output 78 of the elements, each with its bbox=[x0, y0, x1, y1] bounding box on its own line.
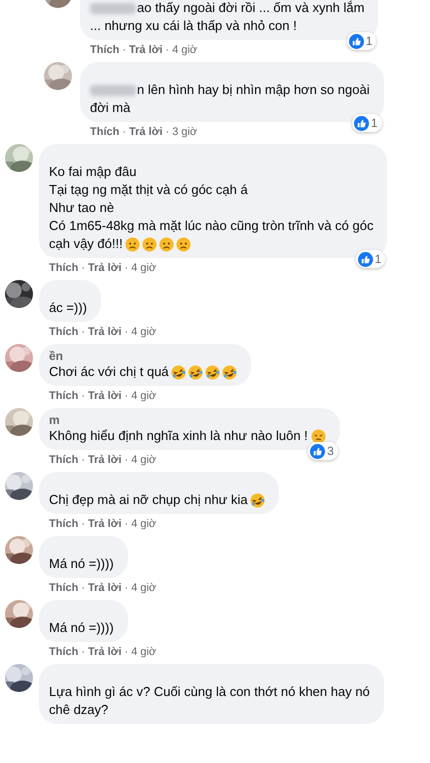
author-name: ền bbox=[49, 350, 64, 363]
timestamp[interactable]: 3 giờ bbox=[172, 125, 198, 140]
frowning-face-icon bbox=[124, 236, 140, 252]
comment-text: cạh vậy đó!!! bbox=[49, 235, 123, 253]
comment-text: Má nó =)))) bbox=[49, 619, 114, 637]
timestamp[interactable]: 4 giờ bbox=[172, 43, 198, 58]
action-link[interactable]: Thích bbox=[49, 453, 78, 468]
timestamp[interactable]: 4 giờ bbox=[131, 389, 156, 404]
action-link[interactable]: Trả lời bbox=[88, 581, 122, 596]
separator-dot: · bbox=[124, 389, 128, 404]
comment-text: Có 1m65-48kg mà mặt lúc nào cũng tròn trĩnh và có góc bbox=[49, 217, 374, 235]
action-link[interactable]: Trả lời bbox=[88, 261, 122, 276]
separator-dot: · bbox=[124, 581, 128, 596]
separator-dot: · bbox=[81, 581, 86, 596]
comment-text: Tại tạg ng mặt thịt và có góc cạh á bbox=[49, 181, 248, 199]
separator-dot: · bbox=[81, 261, 86, 276]
timestamp[interactable]: 4 giờ bbox=[131, 517, 156, 532]
timestamp[interactable]: 4 giờ bbox=[131, 261, 156, 276]
action-link[interactable]: Trả lời bbox=[129, 43, 163, 58]
action-link[interactable]: Thích bbox=[49, 325, 78, 340]
action-link[interactable]: Trả lời bbox=[88, 517, 122, 532]
comment-text: Chị đẹp mà ai nỡ chụp chị như kia bbox=[49, 491, 248, 509]
like-count: 1 bbox=[374, 252, 382, 266]
separator-dot: · bbox=[124, 261, 128, 276]
frowning-face-icon bbox=[310, 428, 326, 444]
action-link[interactable]: Thích bbox=[49, 645, 78, 660]
laughing-face-icon bbox=[170, 364, 186, 380]
separator-dot: · bbox=[166, 125, 170, 140]
comment-text: Không hiểu định nghĩa xinh là như nào luôn ! bbox=[49, 427, 308, 445]
separator-dot: · bbox=[124, 325, 128, 340]
like-count: 1 bbox=[366, 34, 372, 48]
action-link[interactable]: Trả lời bbox=[88, 389, 122, 404]
separator-dot: · bbox=[81, 389, 86, 404]
action-link[interactable]: Thích bbox=[90, 43, 120, 58]
comment-text: Má nó =)))) bbox=[49, 555, 114, 573]
action-link[interactable]: Thích bbox=[49, 581, 78, 596]
timestamp[interactable]: 4 giờ bbox=[131, 581, 156, 596]
timestamp[interactable]: 4 giờ bbox=[131, 325, 156, 340]
comment-text: n lên hình hay bị nhìn mập hơn so ngoài bbox=[137, 81, 370, 99]
comment-text: ác =))) bbox=[49, 299, 87, 317]
action-link[interactable]: Trả lời bbox=[88, 453, 122, 468]
comment-text: ... nhưng xu cái là thấp và nhỏ con ! bbox=[90, 17, 297, 35]
separator-dot: · bbox=[81, 517, 86, 532]
like-count: 3 bbox=[327, 444, 334, 458]
separator-dot: · bbox=[166, 43, 170, 58]
separator-dot: · bbox=[124, 645, 128, 660]
comment-text: Chơi ác với chị t quá bbox=[49, 363, 169, 381]
comment-text: đời mà bbox=[90, 99, 130, 117]
laughing-face-icon bbox=[188, 364, 203, 380]
separator-dot: · bbox=[81, 645, 86, 660]
action-link[interactable]: Thích bbox=[90, 125, 120, 140]
action-link[interactable]: Trả lời bbox=[88, 645, 122, 660]
action-link[interactable]: Thích bbox=[49, 389, 78, 404]
separator-dot: · bbox=[81, 453, 86, 468]
action-link[interactable]: Trả lời bbox=[88, 325, 122, 340]
frowning-face-icon bbox=[158, 236, 174, 252]
action-link[interactable]: Thích bbox=[49, 517, 78, 532]
separator-dot: · bbox=[81, 325, 86, 340]
comment-text: Ko fai mập đâu bbox=[49, 163, 136, 181]
laughing-face-icon bbox=[204, 364, 220, 380]
action-link[interactable]: Trả lời bbox=[129, 125, 163, 140]
laughing-face-icon bbox=[250, 492, 265, 508]
like-count: 1 bbox=[370, 116, 378, 130]
timestamp[interactable]: 4 giờ bbox=[131, 453, 156, 468]
action-link[interactable]: Thích bbox=[49, 261, 78, 276]
separator-dot: · bbox=[124, 453, 128, 468]
comment-text: Lựa hình gì ác v? Cuối cùng là con thớt nó khen hay nó bbox=[49, 683, 370, 701]
frowning-face-icon bbox=[176, 236, 191, 252]
timestamp[interactable]: 4 giờ bbox=[131, 645, 156, 660]
comment-text: chê dzay? bbox=[49, 701, 108, 719]
frowning-face-icon bbox=[142, 236, 157, 252]
separator-dot: · bbox=[122, 43, 126, 58]
separator-dot: · bbox=[122, 125, 126, 140]
separator-dot: · bbox=[124, 517, 128, 532]
laughing-face-icon bbox=[222, 364, 237, 380]
author-name: m bbox=[49, 414, 60, 427]
comment-text: ao thấy ngoài đời rồi ... ốm và xynh lắm bbox=[137, 0, 364, 17]
comment-text: Như tao nè bbox=[49, 199, 114, 217]
